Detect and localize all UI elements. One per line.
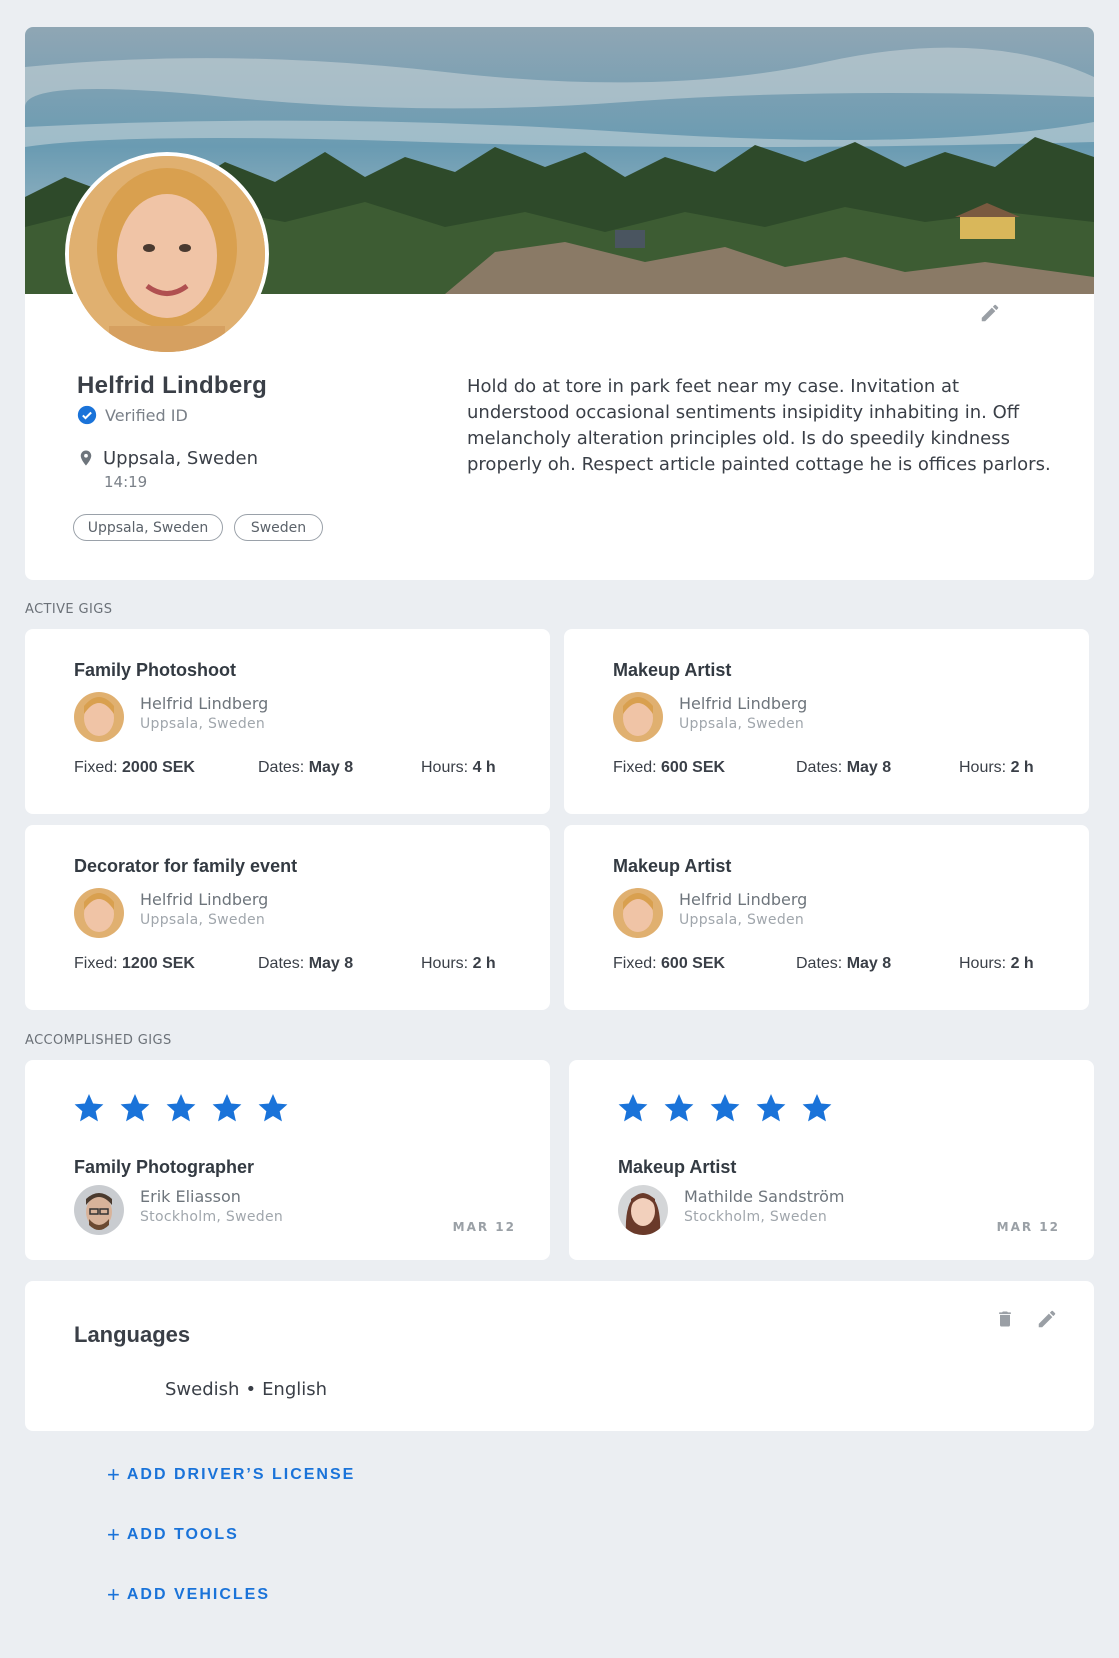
reviewer-location: Stockholm, Sweden xyxy=(684,1209,828,1225)
avatar xyxy=(74,888,124,938)
gig-dates: Dates: May 8 xyxy=(258,955,354,972)
review-card[interactable]: Family Photographer Erik Eliasson Stockh… xyxy=(25,1060,550,1260)
avatar xyxy=(618,1185,668,1235)
person-name: Helfrid Lindberg xyxy=(140,890,269,909)
review-title: Makeup Artist xyxy=(618,1157,737,1177)
profile-name: Helfrid Lindberg xyxy=(77,372,268,399)
gig-card[interactable]: Family Photoshoot Helfrid Lindberg Uppsa… xyxy=(25,629,550,814)
avatar xyxy=(74,1185,124,1235)
person-name: Helfrid Lindberg xyxy=(679,890,808,909)
avatar xyxy=(613,692,663,742)
gig-dates: Dates: May 8 xyxy=(796,759,892,776)
star-icon xyxy=(802,1094,832,1122)
star-icon xyxy=(756,1094,786,1122)
gig-card[interactable]: Makeup Artist Helfrid Lindberg Uppsala, … xyxy=(564,629,1089,814)
star-icon xyxy=(166,1094,196,1122)
tag-chip[interactable]: Uppsala, Sweden xyxy=(73,514,223,541)
add-drivers-license-button[interactable]: + ADD DRIVER’S LICENSE xyxy=(107,1462,355,1488)
gig-title: Family Photoshoot xyxy=(74,660,236,680)
gig-hours: Hours: 2 h xyxy=(959,759,1034,776)
gig-dates: Dates: May 8 xyxy=(796,955,892,972)
profile-location: Uppsala, Sweden xyxy=(77,447,258,469)
location-label: Uppsala, Sweden xyxy=(103,447,259,469)
gig-fixed-price: Fixed: 600 SEK xyxy=(613,955,726,972)
pencil-icon[interactable] xyxy=(976,299,1004,327)
star-rating xyxy=(73,1092,289,1124)
review-date: MAR 12 xyxy=(452,1220,516,1234)
avatar xyxy=(613,888,663,938)
gig-hours: Hours: 2 h xyxy=(959,955,1034,972)
star-rating xyxy=(617,1092,833,1124)
gig-card[interactable]: Makeup Artist Helfrid Lindberg Uppsala, … xyxy=(564,825,1089,1010)
add-drivers-license-label: ADD DRIVER’S LICENSE xyxy=(126,1466,356,1483)
reviewer-name: Erik Eliasson xyxy=(140,1187,241,1206)
tag-chip[interactable]: Sweden xyxy=(234,514,323,541)
profile-avatar xyxy=(65,152,269,356)
profile-card: Helfrid Lindberg Verified ID Uppsala, Sw… xyxy=(25,27,1094,580)
star-icon xyxy=(258,1094,288,1122)
star-icon xyxy=(664,1094,694,1122)
gig-fixed-price: Fixed: 600 SEK xyxy=(613,759,726,776)
add-vehicles-button[interactable]: + ADD VEHICLES xyxy=(107,1582,270,1608)
gig-hours: Hours: 4 h xyxy=(421,759,496,776)
plus-icon: + xyxy=(107,1462,120,1487)
star-icon xyxy=(74,1094,104,1122)
person-location: Uppsala, Sweden xyxy=(679,912,805,928)
verified-label: Verified ID xyxy=(105,405,188,425)
separator-dot: • xyxy=(245,1379,257,1400)
location-pin-icon xyxy=(80,450,92,466)
review-card[interactable]: Makeup Artist Mathilde Sandström Stockho… xyxy=(569,1060,1094,1260)
language-item: Swedish xyxy=(165,1379,240,1400)
reviewer-name: Mathilde Sandström xyxy=(684,1187,845,1206)
gig-title: Makeup Artist xyxy=(613,856,732,876)
person-location: Uppsala, Sweden xyxy=(140,912,266,928)
person-location: Uppsala, Sweden xyxy=(679,716,805,732)
person-name: Helfrid Lindberg xyxy=(140,694,269,713)
profile-bio: Hold do at tore in park feet near my cas… xyxy=(467,376,1051,475)
star-icon xyxy=(618,1094,648,1122)
check-circle-icon xyxy=(77,405,97,425)
gig-hours: Hours: 2 h xyxy=(421,955,496,972)
trash-icon[interactable] xyxy=(991,1305,1019,1333)
gig-fixed-price: Fixed: 2000 SEK xyxy=(74,759,195,776)
accomplished-gigs-heading: ACCOMPLISHED GIGS xyxy=(25,1033,172,1048)
local-time: 14:19 xyxy=(104,473,148,491)
person-location: Uppsala, Sweden xyxy=(140,716,266,732)
gig-card[interactable]: Decorator for family event Helfrid Lindb… xyxy=(25,825,550,1010)
gig-title: Decorator for family event xyxy=(74,856,298,876)
add-tools-label: ADD TOOLS xyxy=(126,1526,239,1543)
active-gigs-heading: ACTIVE GIGS xyxy=(25,602,113,617)
gig-dates: Dates: May 8 xyxy=(258,759,354,776)
review-title: Family Photographer xyxy=(74,1157,255,1177)
plus-icon: + xyxy=(107,1522,120,1547)
language-item: English xyxy=(262,1379,328,1400)
avatar xyxy=(74,692,124,742)
plus-icon: + xyxy=(107,1582,120,1607)
languages-list: Swedish • English xyxy=(165,1379,327,1400)
reviewer-location: Stockholm, Sweden xyxy=(140,1209,284,1225)
languages-card: Languages Swedish • English xyxy=(25,1281,1094,1431)
languages-title: Languages xyxy=(74,1322,191,1347)
review-date: MAR 12 xyxy=(996,1220,1060,1234)
star-icon xyxy=(120,1094,150,1122)
person-name: Helfrid Lindberg xyxy=(679,694,808,713)
star-icon xyxy=(710,1094,740,1122)
gig-title: Makeup Artist xyxy=(613,660,732,680)
pencil-icon[interactable] xyxy=(1033,1305,1061,1333)
add-vehicles-label: ADD VEHICLES xyxy=(126,1586,270,1603)
verified-badge: Verified ID xyxy=(77,405,188,425)
star-icon xyxy=(212,1094,242,1122)
add-tools-button[interactable]: + ADD TOOLS xyxy=(107,1522,239,1548)
gig-fixed-price: Fixed: 1200 SEK xyxy=(74,955,195,972)
